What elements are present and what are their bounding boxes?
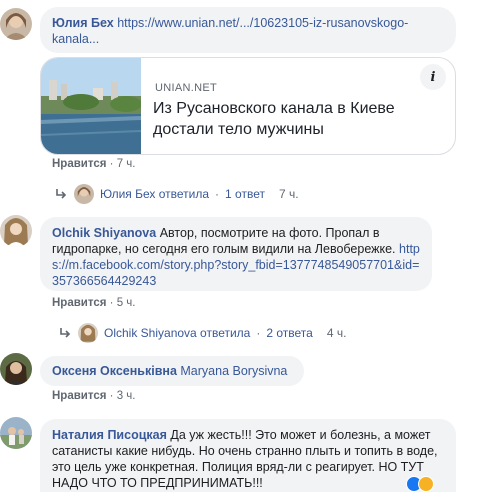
avatar[interactable] bbox=[0, 8, 32, 40]
reply-arrow-icon bbox=[60, 328, 71, 338]
link-preview-headline[interactable]: Из Русановского канала в Киеве достали т… bbox=[153, 98, 413, 140]
comment-meta: Нравится · 3 ч. bbox=[52, 390, 136, 402]
link-preview-source: UNIAN.NET bbox=[155, 82, 217, 94]
replies-summary[interactable]: Юлия Бех ответила · 1 ответ 7 ч. bbox=[54, 184, 299, 204]
replies-summary[interactable]: Olchik Shiyanova ответила · 2 ответа 4 ч… bbox=[58, 323, 346, 343]
comment-author[interactable]: Наталия Писоцкая bbox=[52, 428, 167, 442]
comment-bubble: Юлия Бех https://www.unian.net/.../10623… bbox=[40, 7, 456, 53]
link-preview-card[interactable]: UNIAN.NET Из Русановского канала в Киеве… bbox=[40, 57, 456, 155]
like-link[interactable]: Нравится bbox=[52, 158, 106, 170]
comment-time[interactable]: 3 ч. bbox=[117, 390, 136, 402]
comment-author[interactable]: Оксеня Оксеньківна bbox=[52, 364, 177, 378]
avatar bbox=[78, 323, 98, 343]
like-link[interactable]: Нравится bbox=[52, 390, 106, 402]
comment-author[interactable]: Olchik Shiyanova bbox=[52, 226, 156, 240]
replies-count[interactable]: 2 ответа bbox=[266, 326, 312, 340]
like-link[interactable]: Нравится bbox=[52, 297, 106, 309]
replies-time: 7 ч. bbox=[278, 187, 299, 201]
comment-bubble: Оксеня Оксеньківна Maryana Borysivna bbox=[40, 356, 304, 386]
comment-meta: Нравится · 5 ч. bbox=[52, 297, 136, 309]
comment-mention[interactable]: Maryana Borysivna bbox=[180, 364, 287, 378]
avatar[interactable] bbox=[0, 417, 32, 449]
info-icon[interactable]: i bbox=[420, 64, 446, 90]
replies-author[interactable]: Olchik Shiyanova ответила bbox=[104, 326, 250, 340]
reactions-summary[interactable] bbox=[406, 476, 434, 492]
avatar[interactable] bbox=[0, 215, 32, 247]
comment-bubble: Olchik Shiyanova Автор, посмотрите на фо… bbox=[40, 217, 432, 291]
comment-author[interactable]: Юлия Бех bbox=[52, 16, 114, 30]
reply-arrow-icon bbox=[56, 189, 67, 199]
link-preview-image bbox=[41, 58, 142, 154]
comment-meta: Нравится · 7 ч. bbox=[52, 158, 136, 170]
comment-time[interactable]: 7 ч. bbox=[117, 158, 136, 170]
replies-author[interactable]: Юлия Бех ответила bbox=[100, 187, 209, 201]
comment-time[interactable]: 5 ч. bbox=[117, 297, 136, 309]
replies-time: 4 ч. bbox=[326, 326, 347, 340]
haha-reaction-icon bbox=[418, 476, 434, 492]
avatar bbox=[74, 184, 94, 204]
replies-count[interactable]: 1 ответ bbox=[225, 187, 265, 201]
avatar[interactable] bbox=[0, 353, 32, 385]
comment-bubble: Наталия Писоцкая Да уж жесть!!! Это може… bbox=[40, 419, 456, 492]
